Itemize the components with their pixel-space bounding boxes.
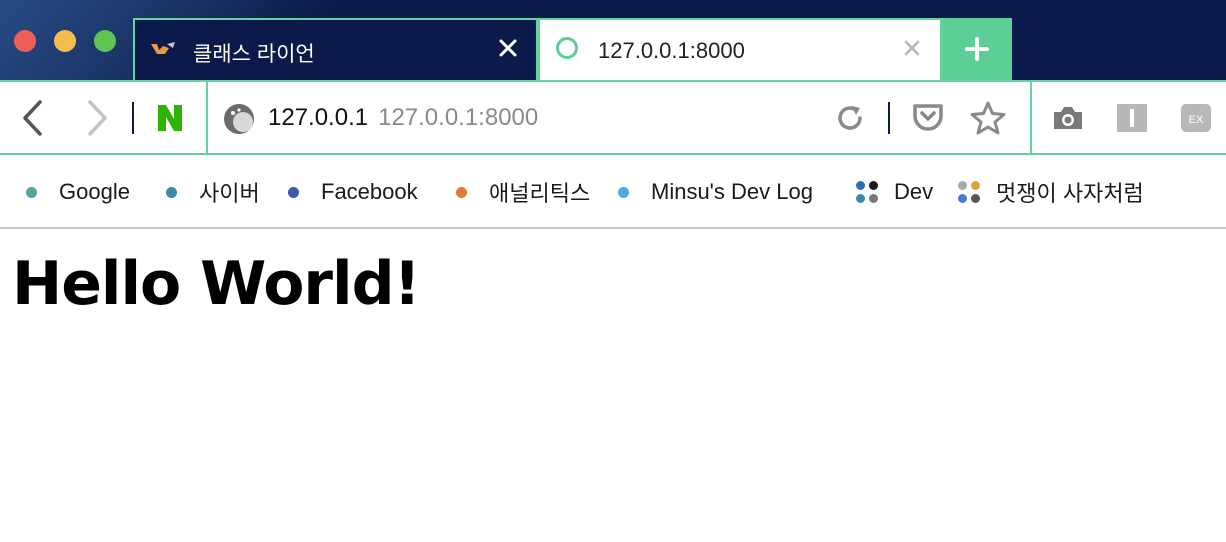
folder-grid-icon bbox=[856, 180, 878, 204]
star-icon bbox=[970, 101, 1006, 135]
naver-home-button[interactable] bbox=[150, 96, 190, 140]
pocket-button[interactable] bbox=[908, 96, 948, 140]
bookmark-label: Google bbox=[59, 179, 130, 204]
lion-favicon-icon bbox=[151, 42, 175, 54]
screenshot-button[interactable] bbox=[1048, 96, 1088, 140]
minimize-window-button[interactable] bbox=[54, 30, 76, 52]
page-heading: Hello World! bbox=[12, 249, 421, 319]
svg-text:EX: EX bbox=[1189, 114, 1204, 126]
bookmark-label: 멋쟁이 사자처럼 bbox=[996, 181, 1144, 206]
url-host-text: 127.0.0.1 bbox=[268, 104, 369, 131]
bookmark-label: Minsu's Dev Log bbox=[651, 179, 813, 204]
bookmark-dot-icon bbox=[26, 186, 37, 198]
camera-icon bbox=[1054, 107, 1082, 129]
bookmark-dot-icon bbox=[288, 186, 299, 198]
bookmark-dot-icon bbox=[166, 186, 177, 198]
toolbar-divider bbox=[206, 82, 208, 155]
toolbar-separator bbox=[888, 102, 890, 134]
bookmark-analytics[interactable]: 애널리틱스 bbox=[456, 177, 590, 207]
forward-button[interactable] bbox=[80, 96, 116, 140]
ex-icon: EX bbox=[1181, 104, 1211, 132]
toolbar-separator bbox=[132, 102, 134, 134]
bookmark-label: Dev bbox=[894, 179, 934, 204]
bookmark-google[interactable]: Google bbox=[26, 177, 130, 207]
bookmark-dot-icon bbox=[618, 186, 629, 198]
close-window-button[interactable] bbox=[14, 30, 36, 52]
bookmark-minsu-dev-log[interactable]: Minsu's Dev Log bbox=[618, 177, 813, 207]
zoom-window-button[interactable] bbox=[94, 30, 116, 52]
naver-n-icon bbox=[158, 105, 182, 131]
address-bar[interactable]: 127.0.0.1 127.0.0.1:8000 bbox=[222, 94, 822, 142]
tab-title: 127.0.0.1:8000 bbox=[598, 38, 745, 63]
shield-pocket-icon bbox=[913, 104, 943, 131]
reload-button[interactable] bbox=[832, 96, 868, 140]
bookmark-star-button[interactable] bbox=[966, 96, 1010, 140]
close-tab-icon[interactable] bbox=[900, 36, 924, 60]
navigation-toolbar: 127.0.0.1 127.0.0.1:8000 EX bbox=[0, 80, 1226, 155]
new-tab-button[interactable] bbox=[942, 18, 1012, 80]
bookmark-dot-icon bbox=[456, 186, 467, 198]
tab-title: 클래스 라이언 bbox=[193, 43, 315, 66]
tab-bar: 클래스 라이언 127.0.0.1:8000 bbox=[0, 0, 1226, 80]
bookmarks-bar: Google 사이버 Facebook 애널리틱스 Minsu's Dev Lo… bbox=[0, 155, 1226, 229]
chevron-left-icon bbox=[23, 100, 42, 136]
page-content: Hello World! bbox=[0, 229, 1226, 542]
extension-panel-icon bbox=[1117, 104, 1147, 132]
bookmark-label: Facebook bbox=[321, 179, 418, 204]
bookmark-folder-dev[interactable]: Dev bbox=[856, 177, 933, 207]
extension-button[interactable] bbox=[1112, 96, 1152, 140]
plus-icon bbox=[965, 37, 989, 61]
bookmark-facebook[interactable]: Facebook bbox=[288, 177, 418, 207]
site-globe-icon bbox=[224, 104, 254, 134]
folder-grid-icon bbox=[958, 180, 980, 204]
tab-localhost[interactable]: 127.0.0.1:8000 bbox=[538, 18, 942, 80]
toolbar-divider bbox=[1030, 82, 1032, 155]
bookmark-folder-likelion[interactable]: 멋쟁이 사자처럼 bbox=[958, 177, 1144, 207]
bookmark-cyber[interactable]: 사이버 bbox=[166, 177, 260, 207]
reload-icon bbox=[838, 106, 862, 130]
chevron-right-icon bbox=[88, 100, 107, 136]
bookmark-label: 사이버 bbox=[199, 181, 260, 206]
close-tab-icon[interactable] bbox=[496, 36, 520, 60]
loading-ring-icon bbox=[556, 37, 578, 59]
tab-class-lion[interactable]: 클래스 라이언 bbox=[133, 18, 538, 80]
back-button[interactable] bbox=[14, 96, 50, 140]
url-full-text: 127.0.0.1:8000 bbox=[378, 104, 539, 131]
ex-extension-button[interactable]: EX bbox=[1176, 96, 1216, 140]
bookmark-label: 애널리틱스 bbox=[489, 181, 591, 206]
